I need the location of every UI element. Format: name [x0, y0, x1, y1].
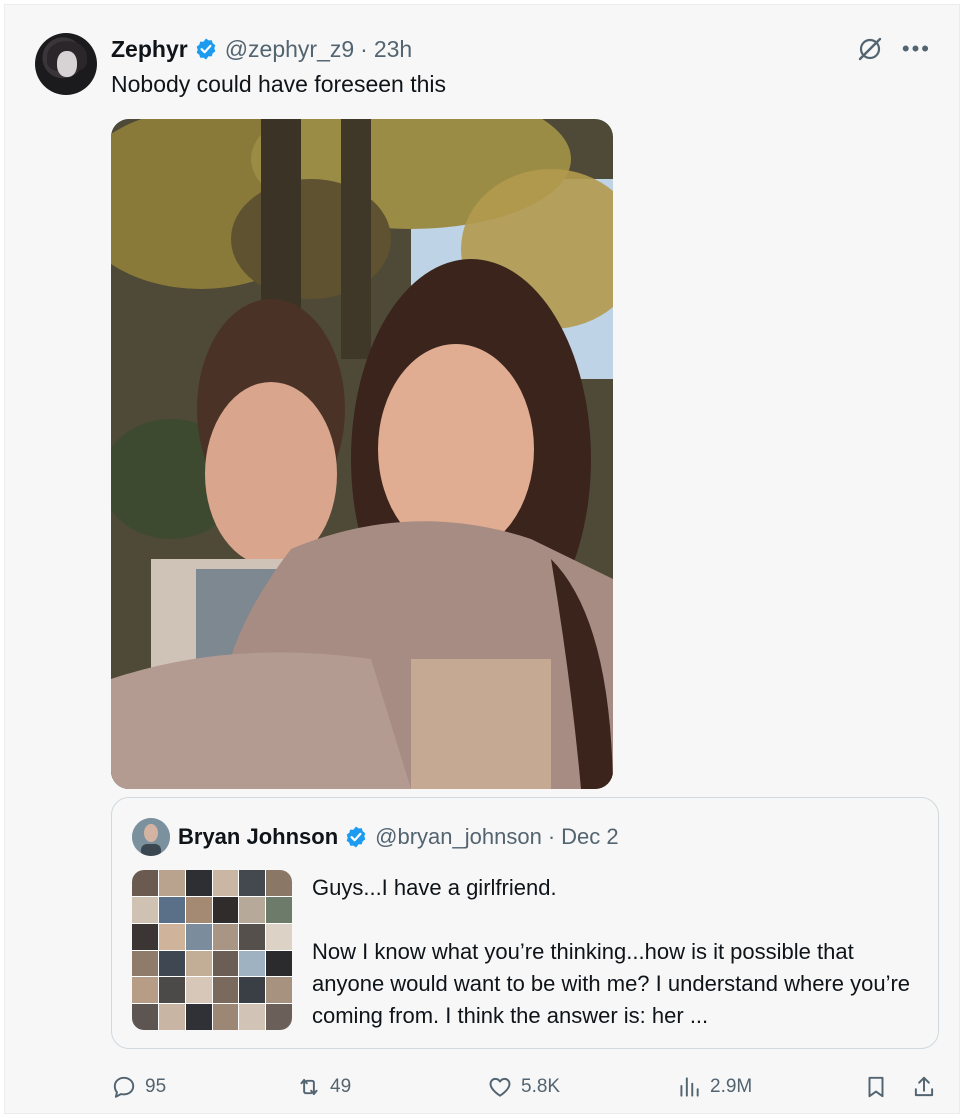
tweet-text: Nobody could have foreseen this — [111, 71, 446, 97]
bookmark-button[interactable] — [863, 1069, 889, 1105]
share-icon — [914, 1076, 934, 1097]
action-bar: 95 49 5.8K 2.9M — [111, 1069, 941, 1105]
quoted-text-line2: Now I know what you’re thinking...how is… — [312, 939, 911, 1028]
views-icon — [680, 1077, 699, 1097]
bookmark-icon — [868, 1076, 884, 1098]
tweet-header: Zephyr @zephyr_z9 · 23h — [111, 35, 412, 63]
like-button[interactable]: 5.8K — [487, 1069, 560, 1105]
separator-dot: · — [547, 824, 556, 849]
verified-badge-icon — [346, 826, 366, 848]
share-button[interactable] — [911, 1069, 937, 1105]
reply-button[interactable]: 95 — [111, 1069, 166, 1105]
repost-button[interactable]: 49 — [296, 1069, 351, 1105]
heart-icon — [489, 1077, 511, 1097]
quoted-date[interactable]: Dec 2 — [561, 824, 618, 850]
repost-icon — [300, 1078, 318, 1096]
reply-count: 95 — [145, 1076, 167, 1097]
grok-icon[interactable] — [856, 35, 884, 63]
author-handle[interactable]: @zephyr_z9 — [225, 36, 354, 63]
tweet-card[interactable]: Zephyr @zephyr_z9 · 23h ••• Nobody could… — [4, 4, 960, 1114]
quoted-header: Bryan Johnson @bryan_johnson · Dec 2 — [178, 822, 619, 852]
quoted-author-name[interactable]: Bryan Johnson — [178, 824, 338, 850]
tweet-time[interactable]: 23h — [374, 36, 412, 63]
quoted-text-line1: Guys...I have a girlfriend. — [312, 875, 557, 900]
top-actions: ••• — [856, 35, 931, 63]
quoted-tweet[interactable]: Bryan Johnson @bryan_johnson · Dec 2 Guy… — [111, 797, 939, 1049]
quoted-text: Guys...I have a girlfriend. Now I know w… — [312, 872, 922, 1032]
photo-illustration — [111, 119, 613, 789]
views-button[interactable]: 2.9M — [676, 1069, 752, 1105]
tweet-photo[interactable] — [111, 119, 613, 789]
more-icon[interactable]: ••• — [902, 35, 931, 63]
quoted-author-handle[interactable]: @bryan_johnson — [375, 824, 542, 850]
quoted-author-avatar[interactable] — [132, 818, 170, 856]
author-avatar[interactable] — [35, 33, 97, 95]
views-count: 2.9M — [710, 1076, 753, 1097]
reply-icon — [113, 1076, 135, 1098]
repost-count: 49 — [330, 1076, 352, 1097]
quoted-photo-collage[interactable] — [132, 870, 292, 1030]
separator-dot: · — [360, 35, 368, 62]
author-name[interactable]: Zephyr — [111, 36, 188, 63]
like-count: 5.8K — [521, 1076, 561, 1097]
verified-badge-icon — [196, 38, 215, 60]
